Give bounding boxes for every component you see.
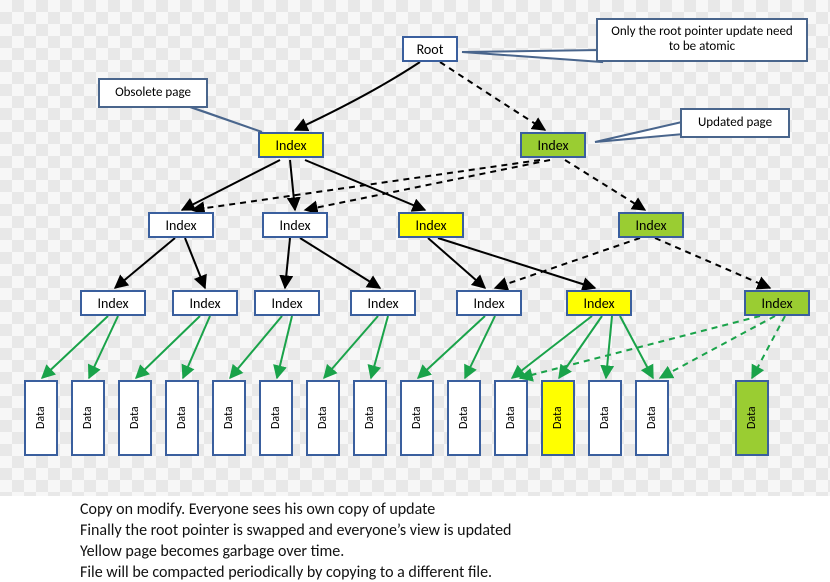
callout-obsolete: Obsolete page [98,78,208,108]
caption-line-1: Copy on modify. Everyone sees his own co… [80,500,435,519]
data-9: Data [447,380,481,456]
data-6: Data [306,380,340,456]
l3-2-index: Index [254,290,320,316]
l3-6-index: Index [744,290,810,316]
data-4: Data [212,380,246,456]
callout-updated: Updated page [680,108,790,138]
l3-4-index: Index [456,290,522,316]
l1-left-index: Index [258,132,324,158]
data-11: Data [541,380,575,456]
data-10: Data [494,380,528,456]
data-2: Data [118,380,152,456]
caption-line-2: Finally the root pointer is swapped and … [80,521,511,540]
caption-line-4: File will be compacted periodically by c… [80,563,492,582]
data-0: Data [24,380,58,456]
caption-line-3: Yellow page becomes garbage over time. [80,542,344,561]
data-12: Data [588,380,622,456]
data-7: Data [353,380,387,456]
l3-5-index: Index [566,290,632,316]
l3-3-index: Index [350,290,416,316]
l1-right-index: Index [520,132,586,158]
data-14: Data [735,380,769,456]
l2-2-index: Index [398,212,464,238]
l2-3-index: Index [618,212,684,238]
data-1: Data [71,380,105,456]
l2-0-index: Index [148,212,214,238]
data-8: Data [400,380,434,456]
l2-1-index: Index [262,212,328,238]
root-node: Root [402,36,458,62]
data-13: Data [635,380,669,456]
callout-root-atomic: Only the root pointer update need to be … [596,18,808,62]
data-5: Data [259,380,293,456]
l3-0-index: Index [80,290,146,316]
l3-1-index: Index [172,290,238,316]
data-3: Data [165,380,199,456]
